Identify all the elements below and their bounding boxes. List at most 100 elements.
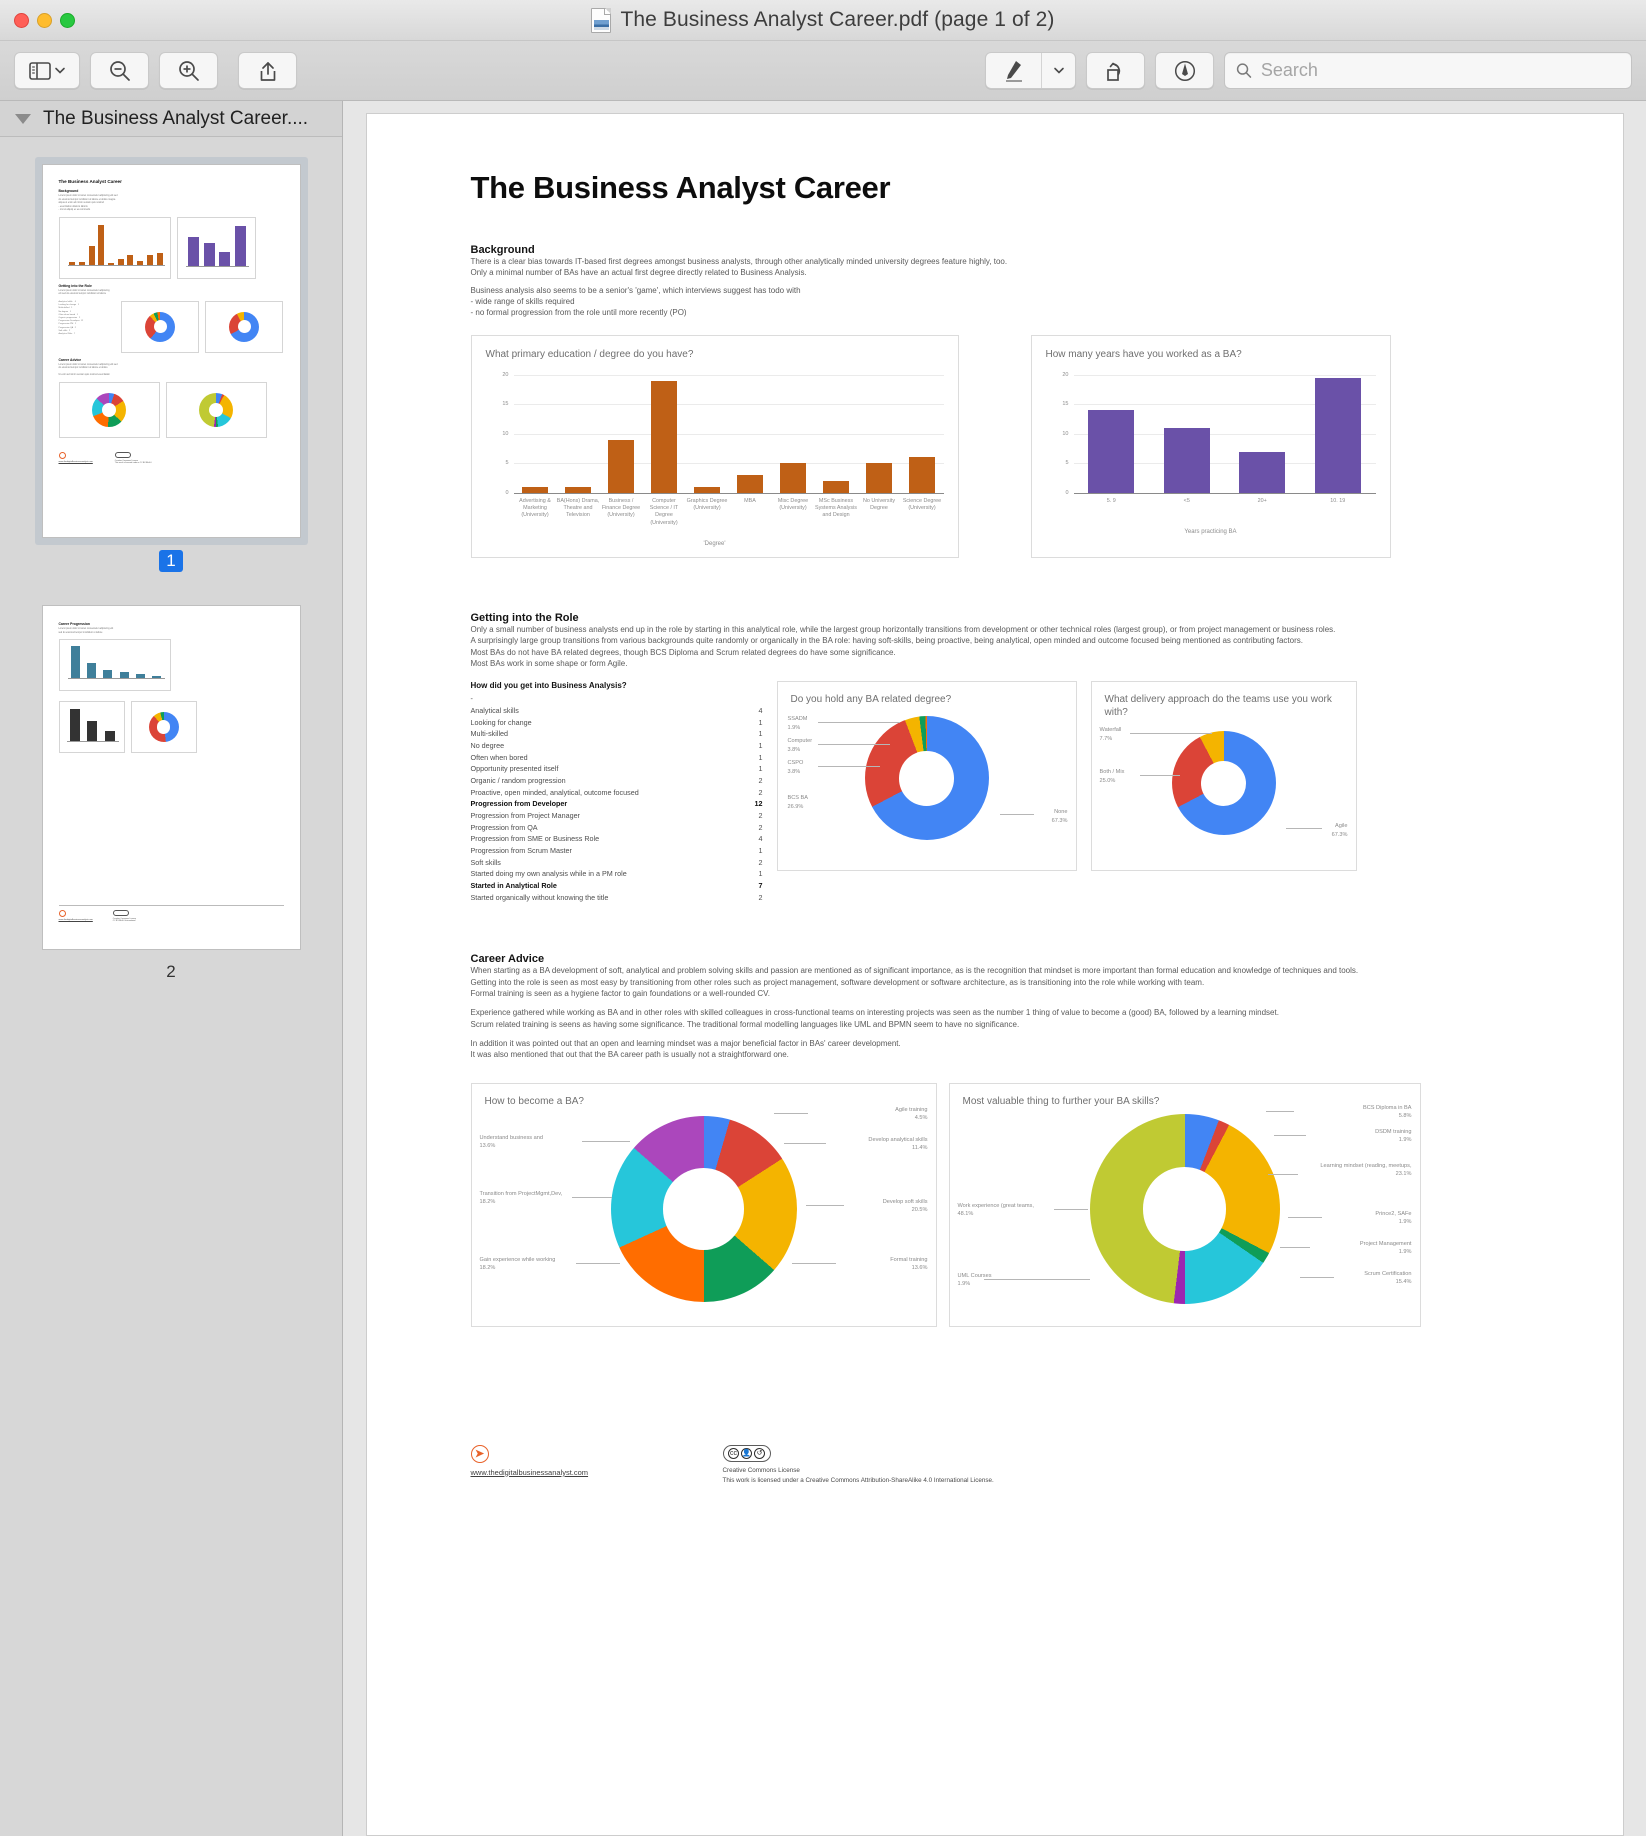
x-tick-label: 20+ — [1257, 497, 1267, 504]
charts-row-advice: How to become a BA? Understand business … — [470, 1082, 1519, 1327]
zoom-out-button[interactable] — [90, 52, 149, 89]
chart-education-degree: What primary education / degree do you h… — [470, 334, 959, 558]
annotate-button[interactable] — [1155, 52, 1214, 89]
creative-commons-icon: cc 👤 ↺ — [722, 1444, 771, 1462]
chart-ba-related-degree: Do you hold any BA related degree? SSADM… — [776, 681, 1077, 872]
bar — [1163, 427, 1210, 493]
window-title: The Business Analyst Career.pdf (page 1 … — [620, 8, 1055, 31]
advice-paragraph-6: In addition it was pointed out that an o… — [470, 1039, 901, 1049]
chevron-down-icon — [1053, 67, 1064, 74]
list-item: Progression from QA 2 — [471, 822, 763, 834]
slice-label: Transition from ProjectMgmt,Dev, 18.2% — [479, 1190, 563, 1206]
rotate-left-icon — [1106, 62, 1120, 81]
markup-options-button[interactable] — [1042, 53, 1075, 88]
list-item-label: Started organically without knowing the … — [470, 892, 609, 902]
slice-label: BCS Diploma in BA 5.8% — [1363, 1104, 1412, 1120]
slice-label: Scrum Certification 15.4% — [1364, 1270, 1412, 1286]
disclosure-triangle-icon[interactable] — [15, 113, 31, 124]
role-paragraph-4: Most BAs work in some shape or form Agil… — [470, 659, 628, 669]
chart-title: How many years have you worked as a BA? — [1045, 348, 1242, 360]
advice-paragraph-5: Scrum related training is seens as havin… — [470, 1019, 1020, 1029]
donut-chart — [864, 716, 989, 841]
close-button[interactable] — [14, 12, 29, 28]
slice-label: None 67.3% — [1051, 809, 1068, 824]
list-item-value: 1 — [758, 752, 763, 762]
slice-label: Develop soft skills 20.5% — [882, 1198, 928, 1214]
plot-area: 20 15 10 5 0 — [502, 372, 944, 496]
how-did-you-get-into-ba-list: How did you get into Business Analysis? … — [471, 681, 763, 903]
y-tick: 0 — [1065, 489, 1069, 496]
bar — [823, 481, 849, 493]
list-item-label: Progression from Scrum Master — [470, 845, 572, 855]
list-item-label: Often when bored — [470, 752, 528, 762]
slice-label: CSPO 3.8% — [787, 760, 804, 775]
bar — [565, 486, 591, 493]
maximize-button[interactable] — [60, 12, 75, 28]
slice-label: Formal training 13.6% — [890, 1256, 928, 1272]
thumbnail-page-number: 2 — [166, 962, 176, 981]
window-controls — [0, 12, 75, 28]
list-item-value: 2 — [758, 857, 763, 867]
x-tick-label: Business / Finance Degree (University) — [601, 497, 641, 519]
list-item-label: Progression from QA — [470, 822, 538, 832]
chart-how-to-become-ba: How to become a BA? Understand business … — [470, 1082, 937, 1327]
x-axis-title: Years practicing BA — [1184, 529, 1237, 536]
slice-label: Agile 67.3% — [1331, 823, 1348, 838]
list-item-label: Soft skills — [470, 857, 501, 867]
role-data-row: How did you get into Business Analysis? … — [471, 681, 1519, 903]
thumbnail-page-1[interactable]: The Business Analyst Career Background L… — [0, 157, 342, 598]
slice-label: Understand business and 13.6% — [479, 1134, 543, 1150]
plot-area: 20 15 10 5 0 — [1062, 372, 1376, 496]
sidebar-document-name: The Business Analyst Career.... — [43, 107, 309, 129]
list-item: No degree 1 — [471, 740, 763, 752]
sidebar-view-button[interactable] — [14, 52, 80, 89]
y-tick: 10 — [1062, 430, 1069, 437]
y-tick: 0 — [505, 489, 509, 496]
sidebar-header[interactable]: The Business Analyst Career.... — [0, 101, 342, 137]
list-item-value: 2 — [758, 776, 763, 786]
x-tick-label: <5 — [1183, 497, 1190, 504]
bar — [1314, 377, 1361, 493]
chevron-down-icon — [54, 67, 65, 74]
slice-label: Waterfall 7.7% — [1099, 727, 1122, 742]
zoom-out-icon — [109, 60, 130, 81]
list-item: Often when bored 1 — [471, 752, 763, 764]
chart-most-valuable-thing: Most valuable thing to further your BA s… — [948, 1082, 1421, 1327]
thumbnail-page-image: Career Progression Lorem ipsum dolor sit… — [41, 605, 301, 950]
compass-logo-icon: ➤ — [470, 1444, 489, 1463]
x-tick-label: Science Degree (University) — [902, 497, 942, 512]
role-paragraph-3: Most BAs do not have BA related degrees,… — [470, 647, 896, 657]
list-item: Proactive, open minded, analytical, outc… — [471, 787, 763, 799]
chart-title: What delivery approach do the teams use … — [1104, 694, 1332, 719]
zoom-in-button[interactable] — [159, 52, 218, 89]
footer-website-link[interactable]: www.thedigitalbusinessanalyst.com — [471, 1468, 723, 1477]
advice-paragraph-1: When starting as a BA development of sof… — [470, 966, 1359, 976]
list-item-label: Progression from SME or Business Role — [470, 834, 600, 844]
slice-label: Both / Mix 25.0% — [1099, 769, 1125, 784]
slice-label: SSADM 1.9% — [787, 716, 808, 731]
background-paragraph-3: Business analysis also seems to be a sen… — [470, 285, 801, 295]
markup-pen-button[interactable] — [986, 53, 1041, 88]
x-tick-label: MSc Business Systems Analysis and Design — [815, 497, 857, 519]
list-item-value: 1 — [758, 869, 763, 879]
search-input[interactable] — [1260, 60, 1620, 81]
rotate-left-button[interactable] — [1086, 52, 1145, 89]
search-field[interactable] — [1224, 52, 1632, 89]
x-axis-labels: 5. 9 <5 20+ 10. 19 — [1074, 498, 1376, 505]
annotate-icon — [1174, 60, 1195, 81]
list-item-value: 12 — [754, 799, 763, 809]
bar — [522, 486, 548, 493]
slice-label: Prince2, SAFe 1.9% — [1375, 1210, 1412, 1226]
share-button[interactable] — [238, 52, 297, 89]
pdf-viewer[interactable]: The Business Analyst Career Background T… — [343, 101, 1646, 1836]
list-item-value: 4 — [758, 834, 763, 844]
thumbnail-page-image: The Business Analyst Career Background L… — [41, 164, 301, 538]
chart-title: What primary education / degree do you h… — [485, 348, 694, 360]
background-bullet-2: - no formal progression from the role un… — [470, 308, 687, 318]
thumbnail-list[interactable]: The Business Analyst Career Background L… — [0, 137, 342, 1836]
minimize-button[interactable] — [37, 12, 52, 28]
markup-pen-icon — [1005, 60, 1022, 82]
window-body: The Business Analyst Career.... The Busi… — [0, 101, 1646, 1836]
markup-tool-group — [985, 52, 1076, 89]
thumbnail-page-2[interactable]: Career Progression Lorem ipsum dolor sit… — [0, 598, 342, 1008]
